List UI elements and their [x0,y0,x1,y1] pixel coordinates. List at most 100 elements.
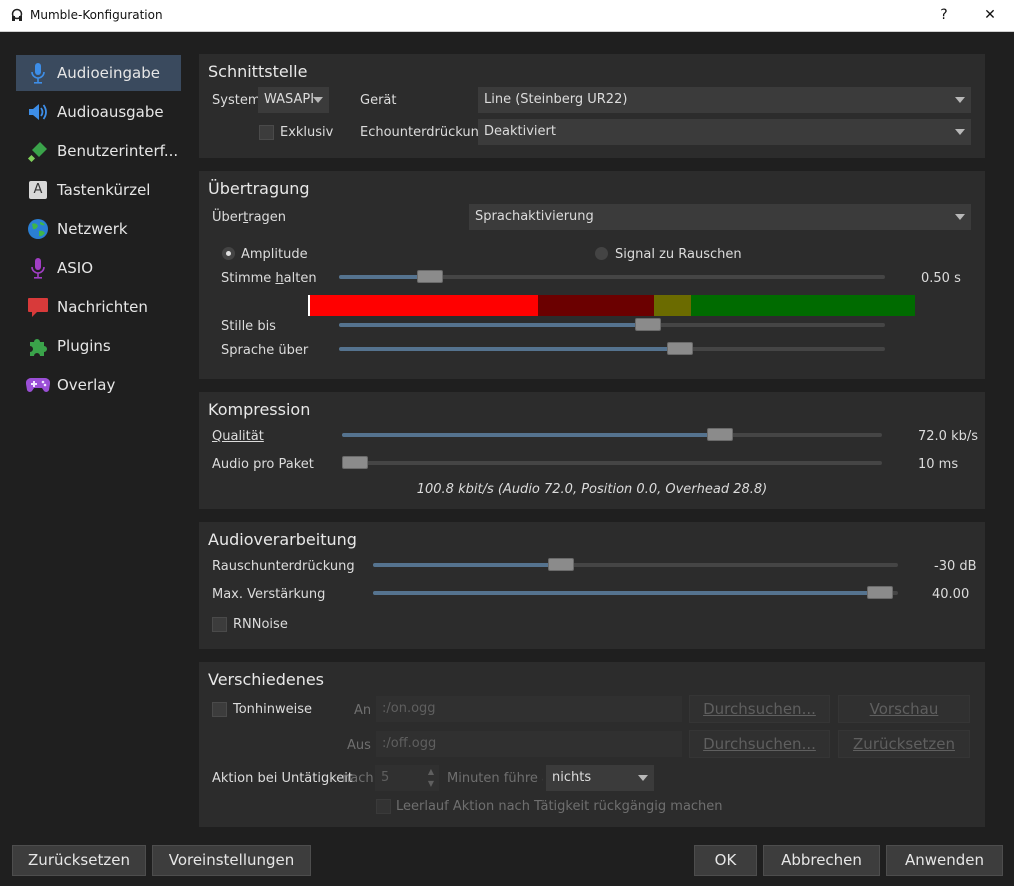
processing-title: Audioverarbeitung [208,530,357,549]
sidebar-item-audioausgabe[interactable]: Audioausgabe [16,94,181,130]
transmit-label: Übertragen [212,210,287,225]
cancel-button[interactable]: Abbrechen [763,845,880,876]
exclusive-checkbox[interactable] [259,125,274,140]
minutes-spinbox[interactable]: 5 ▲ ▼ [375,765,439,791]
speech-label: Sprache über [221,343,309,358]
off-file-input[interactable]: :/off.ogg [376,731,682,757]
transmit-select[interactable]: Sprachaktivierung [469,204,971,230]
compression-panel: Kompression Qualität 72.0 kb/s Audio pro… [199,392,985,509]
transmission-title: Übertragung [208,179,310,198]
snr-radio[interactable] [595,247,608,260]
device-label: Gerät [360,93,397,108]
window-title: Mumble-Konfiguration [30,8,163,22]
sidebar-item-label: Audioausgabe [57,103,164,121]
rnnoise-checkbox[interactable] [212,617,227,632]
sidebar-item-overlay[interactable]: Overlay [16,367,181,403]
slider-handle[interactable] [342,456,368,469]
noise-value: -30 dB [934,559,977,574]
paintbrush-icon [26,139,50,163]
quality-slider[interactable] [342,428,882,441]
gamepad-icon [26,373,50,397]
echo-label: Echounterdrückung [360,125,488,140]
spin-down-icon[interactable]: ▼ [428,779,434,788]
apply-button[interactable]: Anwenden [886,845,1003,876]
undo-idle-label: Leerlauf Aktion nach Tätigkeit rückgängi… [396,799,723,814]
packet-label: Audio pro Paket [212,457,314,472]
silence-label: Stille bis [221,319,276,334]
cues-checkbox[interactable] [212,702,227,717]
slider-handle[interactable] [548,558,574,571]
on-file-input[interactable]: :/on.ogg [376,696,682,722]
misc-title: Verschiedenes [208,670,325,689]
chevron-down-icon [955,97,965,103]
off-label: Aus [347,738,371,753]
slider-handle[interactable] [417,270,443,283]
processing-panel: Audioverarbeitung Rauschunterdrückung -3… [199,522,985,649]
hold-slider[interactable] [339,270,885,283]
device-select[interactable]: Line (Steinberg UR22) [478,87,971,113]
packet-value: 10 ms [918,457,959,472]
gain-label: Max. Verstärkung [212,587,326,602]
packet-slider[interactable] [342,456,882,469]
transmission-panel: Übertragung Übertragen Sprachaktivierung… [199,171,985,379]
slider-handle[interactable] [667,342,693,355]
slider-handle[interactable] [867,586,893,599]
cues-label: Tonhinweise [233,702,313,717]
quality-label: Qualität [212,429,264,444]
preview-button[interactable]: Vorschau [838,695,970,723]
chevron-down-icon [955,214,965,220]
help-button[interactable]: ? [922,0,966,31]
noise-label: Rauschunterdrückung [212,559,355,574]
idle-label: Aktion bei Untätigkeit [212,771,354,786]
gain-slider[interactable] [373,586,898,599]
compression-title: Kompression [208,400,311,419]
silence-slider[interactable] [339,318,885,331]
slider-handle[interactable] [635,318,661,331]
interface-panel: Schnittstelle System WASAPI Gerät Line (… [199,54,985,158]
speech-slider[interactable] [339,342,885,355]
sidebar-item-label: ASIO [57,259,94,277]
defaults-button[interactable]: Voreinstellungen [152,845,311,876]
sidebar-item-label: Netzwerk [57,220,128,238]
idle-action-select[interactable]: nichts [546,765,654,791]
ok-button[interactable]: OK [694,845,757,876]
meter-segment-red [310,295,538,316]
meter-segment-green [691,295,915,316]
noise-slider[interactable] [373,558,898,571]
amplitude-label: Amplitude [241,247,308,262]
chevron-down-icon [313,97,323,103]
spin-up-icon[interactable]: ▲ [428,767,434,776]
close-button[interactable]: ✕ [968,0,1012,31]
sidebar-item-benutzerinterface[interactable]: Benutzerinterf... [16,133,181,169]
speech-bubble-icon [26,295,50,319]
sidebar-item-netzwerk[interactable]: Netzwerk [16,211,181,247]
browse-off-button[interactable]: Durchsuchen... [689,730,830,758]
sidebar-item-label: Overlay [57,376,116,394]
title-bar: Mumble-Konfiguration ? ✕ [0,0,1014,32]
chevron-down-icon [955,129,965,135]
bitrate-summary: 100.8 kbit/s (Audio 72.0, Position 0.0, … [416,482,768,497]
sidebar-item-audioeingabe[interactable]: Audioeingabe [16,55,181,91]
system-label: System [212,93,261,108]
hold-label: Stimme halten [221,271,317,286]
reset-button[interactable]: Zurücksetzen [12,845,146,876]
mumble-logo-icon [10,8,24,22]
chevron-down-icon [638,775,648,781]
sidebar-item-label: Nachrichten [57,298,148,316]
browse-on-button[interactable]: Durchsuchen... [689,695,830,723]
system-select[interactable]: WASAPI [258,87,329,113]
sidebar-item-tastenkuerzel[interactable]: A Tastenkürzel [16,172,181,208]
echo-select[interactable]: Deaktiviert [478,119,971,145]
sidebar-item-nachrichten[interactable]: Nachrichten [16,289,181,325]
meter-segment-darkred [538,295,654,316]
sidebar-item-asio[interactable]: ASIO [16,250,181,286]
slider-handle[interactable] [707,428,733,441]
reset-cues-button[interactable]: Zurücksetzen [838,730,970,758]
keyboard-key-icon: A [26,178,50,202]
sidebar-item-label: Plugins [57,337,111,355]
puzzle-icon [26,334,50,358]
amplitude-radio[interactable] [222,247,235,260]
interface-title: Schnittstelle [208,62,308,81]
undo-idle-checkbox[interactable] [376,799,391,814]
sidebar-item-plugins[interactable]: Plugins [16,328,181,364]
